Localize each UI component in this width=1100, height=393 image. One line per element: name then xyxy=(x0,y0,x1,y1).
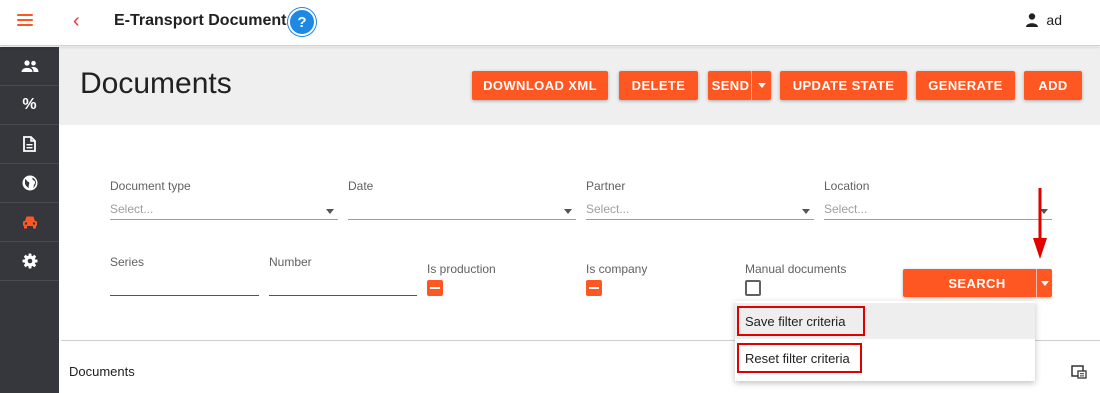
globe-icon xyxy=(22,175,37,191)
gear-icon xyxy=(22,253,37,269)
document-type-placeholder: Select... xyxy=(110,202,154,216)
series-input[interactable] xyxy=(110,276,259,296)
send-button-label: SEND xyxy=(711,78,750,93)
sidebar-item-settings[interactable] xyxy=(0,242,59,281)
highlight-box: Save filter criteria xyxy=(737,306,865,336)
car-icon xyxy=(22,216,37,229)
document-type-label: Document type xyxy=(110,179,191,193)
partner-select[interactable]: Select... xyxy=(586,200,814,220)
sidebar-item-documents[interactable] xyxy=(0,125,59,164)
send-button[interactable]: SEND xyxy=(708,71,771,100)
reset-filter-label: Reset filter criteria xyxy=(745,350,850,366)
chevron-down-icon xyxy=(326,209,334,214)
location-select[interactable]: Select... xyxy=(824,200,1052,220)
is-production-checkbox[interactable] xyxy=(427,280,443,296)
sidebar-item-people[interactable] xyxy=(0,47,59,86)
document-icon xyxy=(23,136,36,152)
update-state-button[interactable]: UPDATE STATE xyxy=(780,71,907,100)
page-header: Documents DOWNLOAD XML DELETE SEND UPDAT… xyxy=(59,47,1100,125)
sidebar-item-percent[interactable]: % xyxy=(0,86,59,125)
location-label: Location xyxy=(824,179,870,193)
people-icon xyxy=(21,60,38,72)
date-select[interactable] xyxy=(348,200,576,220)
manual-documents-label: Manual documents xyxy=(745,262,847,276)
location-placeholder: Select... xyxy=(824,202,868,216)
user-name: ad xyxy=(1046,12,1062,28)
chevron-down-icon xyxy=(802,209,810,214)
search-options-menu: Save filter criteria Reset filter criter… xyxy=(735,301,1035,381)
sidebar-item-globe[interactable] xyxy=(0,164,59,203)
search-button[interactable]: SEARCH xyxy=(903,269,1051,297)
column-settings-icon[interactable] xyxy=(1071,365,1087,379)
date-label: Date xyxy=(348,179,374,193)
annotation-arrow-icon xyxy=(1033,188,1047,259)
app-root: ‹ E-Transport Documents ? ad % Documents… xyxy=(0,0,1100,393)
is-company-label: Is company xyxy=(586,262,648,276)
partner-placeholder: Select... xyxy=(586,202,630,216)
manual-documents-checkbox[interactable] xyxy=(745,280,761,296)
series-label: Series xyxy=(110,255,145,269)
percent-icon: % xyxy=(22,96,37,113)
svg-text:?: ? xyxy=(297,14,306,30)
user-menu[interactable]: ad xyxy=(1026,12,1062,28)
download-xml-button[interactable]: DOWNLOAD XML xyxy=(472,71,608,100)
highlight-box: Reset filter criteria xyxy=(737,343,862,373)
document-type-select[interactable]: Select... xyxy=(110,200,338,220)
user-icon xyxy=(1026,13,1039,27)
sidebar: % xyxy=(0,47,59,393)
menu-item-reset-filter[interactable]: Reset filter criteria xyxy=(735,340,1035,376)
page-title: Documents xyxy=(80,67,232,100)
help-icon[interactable]: ? xyxy=(288,8,316,36)
documents-section-title: Documents xyxy=(69,364,135,379)
generate-button[interactable]: GENERATE xyxy=(916,71,1015,100)
top-bar: ‹ E-Transport Documents ? ad xyxy=(0,0,1100,46)
partner-label: Partner xyxy=(586,179,626,193)
menu-icon[interactable] xyxy=(17,14,33,28)
chevron-left-icon[interactable]: ‹ xyxy=(73,10,80,32)
chevron-down-icon xyxy=(1040,280,1049,286)
number-input[interactable] xyxy=(269,276,417,296)
is-company-checkbox[interactable] xyxy=(586,280,602,296)
delete-button[interactable]: DELETE xyxy=(619,71,698,100)
add-button[interactable]: ADD xyxy=(1024,71,1082,100)
is-production-label: Is production xyxy=(427,262,496,276)
menu-item-save-filter[interactable]: Save filter criteria xyxy=(735,303,1035,339)
sidebar-item-transport[interactable] xyxy=(0,203,59,242)
app-title: E-Transport Documents xyxy=(114,12,296,29)
chevron-down-icon[interactable] xyxy=(751,71,771,100)
search-options-toggle[interactable] xyxy=(1036,269,1052,297)
number-label: Number xyxy=(269,255,312,269)
chevron-down-icon xyxy=(564,209,572,214)
save-filter-label: Save filter criteria xyxy=(745,313,846,329)
